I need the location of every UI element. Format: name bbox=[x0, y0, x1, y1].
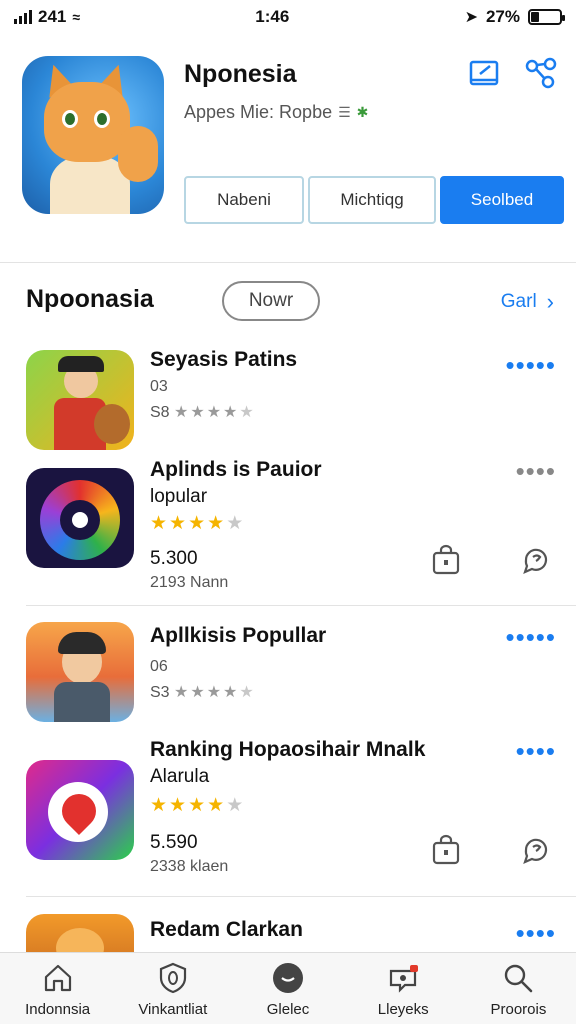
app-icon bbox=[26, 350, 134, 450]
app-icon-cat[interactable] bbox=[22, 56, 164, 214]
app-title: Apllkisis Popullar bbox=[150, 624, 327, 647]
star-icon: ★ bbox=[150, 795, 170, 816]
app-title: Seyasis Patins bbox=[150, 348, 298, 371]
app-icon bbox=[26, 622, 134, 722]
tab-bar: Indonnsia Vinkantliat Glelec Lleyeks Pro… bbox=[0, 952, 576, 1024]
tab-search[interactable]: Proorois bbox=[461, 953, 576, 1024]
app-price: 5.300 bbox=[150, 548, 198, 569]
app-price: 5.590 bbox=[150, 832, 198, 853]
location-arrow-icon: ➤ bbox=[464, 9, 478, 26]
star-rating: ★★★★★ bbox=[150, 512, 245, 535]
tab-updates[interactable]: Lleyeks bbox=[346, 953, 461, 1024]
filter-chip[interactable]: Nowr bbox=[222, 281, 320, 321]
list-icon: ☰ bbox=[338, 104, 351, 120]
app-meta: 03 bbox=[150, 378, 168, 395]
more-dots-icon[interactable]: ••••• bbox=[505, 624, 556, 650]
tab-label: Vinkantliat bbox=[138, 1001, 208, 1018]
app-meta-prefix: S3 bbox=[150, 684, 170, 701]
star-icon: ★ bbox=[226, 513, 246, 534]
app-meta: 06 bbox=[150, 658, 168, 675]
app-icon bbox=[26, 760, 134, 860]
segment-button-3[interactable]: Seolbed bbox=[440, 176, 564, 224]
chevron-right-icon: › bbox=[546, 289, 554, 314]
star-icon: ★ bbox=[226, 795, 246, 816]
app-title: Redam Clarkan bbox=[150, 918, 303, 941]
more-dots-icon[interactable]: •••• bbox=[516, 458, 556, 484]
tab-label: Lleyeks bbox=[377, 1001, 429, 1018]
section-title: Npoonasia bbox=[26, 285, 154, 313]
segment-button-1[interactable]: Nabeni bbox=[184, 176, 304, 224]
tab-label: Indonnsia bbox=[25, 1001, 91, 1018]
star-rating: ★★★★★ bbox=[150, 794, 245, 817]
star-icon: ★ bbox=[190, 684, 207, 701]
app-category: Alarula bbox=[150, 766, 210, 787]
app-meta-prefix: S8 bbox=[150, 404, 170, 421]
star-icon: ★ bbox=[188, 795, 208, 816]
chat-icon[interactable] bbox=[520, 544, 552, 576]
segment-button-2[interactable]: Michtiqg bbox=[308, 176, 436, 224]
star-rating: ★★★★★ bbox=[174, 402, 256, 422]
leaf-icon: ✱ bbox=[356, 104, 369, 120]
app-title: Nponesia bbox=[184, 60, 297, 88]
star-icon: ★ bbox=[169, 795, 189, 816]
app-title: Aplinds is Pauior bbox=[150, 458, 322, 481]
wifi-icon: ≈ bbox=[72, 9, 81, 25]
share-nodes-icon[interactable] bbox=[524, 56, 558, 90]
star-icon: ★ bbox=[239, 404, 256, 421]
star-icon: ★ bbox=[190, 404, 207, 421]
search-icon bbox=[505, 964, 533, 993]
shield-icon bbox=[159, 962, 186, 994]
see-all-link[interactable]: Garl › bbox=[501, 289, 554, 315]
bag-icon[interactable] bbox=[430, 544, 462, 576]
star-icon: ★ bbox=[188, 513, 208, 534]
star-rating: ★★★★★ bbox=[174, 682, 256, 702]
battery-percent: 27% bbox=[485, 7, 520, 26]
updates-icon bbox=[390, 965, 419, 993]
section-header: Npoonasia Nowr Garl › bbox=[0, 262, 576, 330]
tab-games[interactable]: Glelec bbox=[230, 953, 345, 1024]
clock: 1:46 bbox=[255, 7, 290, 26]
app-subtitle: Appes Mie: Ropbe ☰ ✱ bbox=[184, 102, 368, 123]
more-dots-icon[interactable]: •••• bbox=[516, 738, 556, 764]
status-bar: 241 ≈ 1:46 ➤ 27% bbox=[0, 0, 576, 34]
see-all-label: Garl bbox=[500, 291, 537, 312]
chat-icon[interactable] bbox=[520, 834, 552, 866]
star-icon: ★ bbox=[223, 404, 240, 421]
star-icon: ★ bbox=[239, 684, 256, 701]
star-icon: ★ bbox=[206, 404, 224, 421]
star-icon: ★ bbox=[174, 404, 191, 421]
app-subtitle-text: Appes Mie: Ropbe bbox=[184, 102, 333, 122]
star-icon: ★ bbox=[169, 513, 189, 534]
divider bbox=[26, 605, 576, 606]
tab-home[interactable]: Indonnsia bbox=[0, 953, 115, 1024]
divider bbox=[26, 896, 576, 897]
tab-label: Glelec bbox=[266, 1001, 310, 1018]
battery-icon bbox=[528, 9, 565, 25]
tab-label: Proorois bbox=[490, 1001, 547, 1018]
star-icon: ★ bbox=[174, 684, 191, 701]
bag-icon[interactable] bbox=[430, 834, 462, 866]
app-downloads: 2338 klaen bbox=[150, 858, 229, 875]
star-icon: ★ bbox=[206, 684, 224, 701]
star-icon: ★ bbox=[207, 795, 227, 816]
star-icon: ★ bbox=[150, 513, 170, 534]
games-icon bbox=[273, 963, 303, 993]
app-category: lopular bbox=[150, 486, 208, 507]
more-dots-icon[interactable]: •••• bbox=[516, 920, 556, 946]
signal-icon bbox=[14, 10, 32, 24]
app-downloads: 2193 Nann bbox=[150, 574, 229, 591]
carrier-label: 241 bbox=[38, 7, 67, 26]
app-header: Nponesia Appes Mie: Ropbe ☰ ✱ Nabeni Mic… bbox=[0, 34, 576, 252]
app-title: Ranking Hopaosihair Mnalk bbox=[150, 738, 426, 761]
home-icon bbox=[44, 964, 71, 992]
star-icon: ★ bbox=[223, 684, 240, 701]
app-icon bbox=[26, 468, 134, 568]
tab-shield[interactable]: Vinkantliat bbox=[115, 953, 230, 1024]
share-window-icon[interactable] bbox=[468, 56, 502, 90]
more-dots-icon[interactable]: ••••• bbox=[505, 352, 556, 378]
star-icon: ★ bbox=[207, 513, 227, 534]
